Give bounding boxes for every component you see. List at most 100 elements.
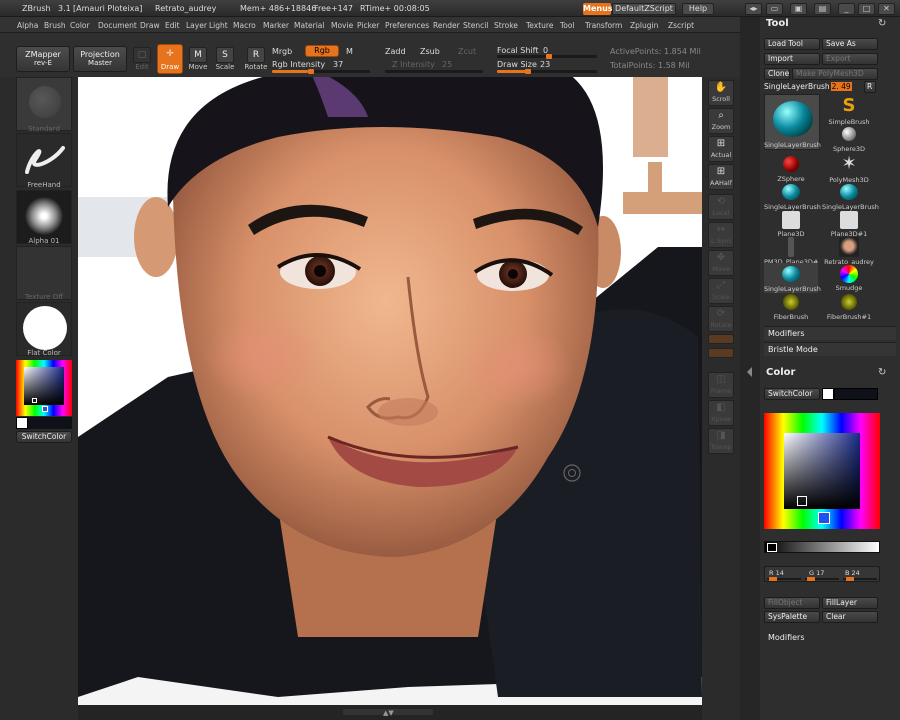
r-slider-knob[interactable] [769,577,777,581]
rotate-view-button[interactable]: ⟳ Rotate [708,306,734,332]
stroke-freehand-button[interactable] [16,133,72,187]
zadd-toggle[interactable]: Zadd [385,47,406,56]
menu-document[interactable]: Document [98,21,137,30]
local-button[interactable]: ⟲ Local [708,194,734,220]
menu-zscript[interactable]: Zscript [668,21,694,30]
tool-singlelayerbrush-b[interactable]: SingleLayerBrush [822,181,879,211]
import-button[interactable]: Import [764,53,820,65]
menu-tool[interactable]: Tool [560,21,575,30]
lock-icon[interactable]: ▤ [814,3,831,15]
menu-edit[interactable]: Edit [165,21,180,30]
brush-standard-button[interactable] [16,77,72,131]
lsym-button[interactable]: ↔ L.Sym [708,222,734,248]
minimize-icon[interactable]: _ [838,3,855,15]
menu-stencil[interactable]: Stencil [463,21,488,30]
fill-layer-button[interactable]: FillLayer [822,597,878,609]
color-palette-marker[interactable] [797,496,807,506]
rgb-toggle[interactable]: Rgb [305,45,339,57]
scroll-button[interactable]: ✋ Scroll [708,80,734,106]
focal-shift-knob[interactable] [546,54,552,59]
default-zscript-button[interactable]: DefaultZScript [612,3,676,15]
aahalf-button[interactable]: ⊞ AAHalf [708,164,734,190]
current-tool-value[interactable]: 2. 49 [830,82,852,91]
menu-render[interactable]: Render [433,21,460,30]
rgb-intensity-knob[interactable] [308,69,314,74]
color-palette-field[interactable] [784,433,860,509]
menu-alpha[interactable]: Alpha [17,21,38,30]
menu-marker[interactable]: Marker [263,21,289,30]
help-button[interactable]: Help [682,3,714,15]
menu-macro[interactable]: Macro [233,21,256,30]
transp-button[interactable]: ◨ Transp [708,428,734,454]
tool-modifiers-section[interactable]: Modifiers [764,326,896,340]
clone-button[interactable]: Clone [764,68,790,80]
scale-mode-button[interactable]: S Scale [213,47,237,73]
actual-button[interactable]: ⊞ Actual [708,136,734,162]
store-icon[interactable]: ▣ [790,3,807,15]
save-as-button[interactable]: Save As [822,38,878,50]
bottom-tray[interactable]: ▲▼ [78,705,702,720]
menu-movie[interactable]: Movie [331,21,353,30]
rotate-mode-button[interactable]: R Rotate [242,47,270,73]
scale-view-button[interactable]: ⤢ Scale [708,278,734,304]
gray-ramp[interactable] [764,541,880,553]
secondary-color-swatch[interactable] [16,417,28,429]
tool-panel-title[interactable]: Tool [766,18,789,29]
tool-sphere3d[interactable]: Sphere3D [822,123,876,153]
draw-mode-button[interactable]: ✛ Draw [157,44,183,74]
hide-icon[interactable]: ◂▸ [745,3,762,15]
menu-light[interactable]: Light [209,21,228,30]
fill-object-button[interactable]: FillObject [764,597,820,609]
tool-singlelayerbrush-a[interactable]: SingleLayerBrush [764,181,821,211]
g-slider-knob[interactable] [807,577,815,581]
load-tool-button[interactable]: Load Tool [764,38,820,50]
color-secondary-swatch[interactable] [822,388,834,400]
switch-color-button[interactable]: SwitchColor [16,431,72,443]
tool-polymesh3d[interactable]: ✶ PolyMesh3D [822,153,876,184]
document-canvas[interactable] [78,77,702,705]
close-icon[interactable]: ✕ [878,3,895,15]
color-switch-button[interactable]: SwitchColor [764,388,820,400]
layout-icon[interactable]: ▭ [766,3,783,15]
hue-marker[interactable] [42,406,48,412]
tool-plane3d[interactable]: Plane3D [764,209,818,238]
texture-button[interactable] [16,246,72,300]
tool-pm3d-plane3d[interactable]: PM3D_Plane3D# [764,237,818,266]
panel-divider[interactable] [740,17,760,720]
syspalette-button[interactable]: SysPalette [764,611,820,623]
xpose-button[interactable]: ◧ Xpose [708,400,734,426]
tool-retrato-audrey[interactable]: Retrato_audrey [822,237,876,266]
draw-size-knob[interactable] [525,69,531,74]
main-color-swatch[interactable] [28,417,72,429]
material-button[interactable] [16,302,72,356]
zsub-toggle[interactable]: Zsub [420,47,440,56]
tool-fiberbrush[interactable]: FiberBrush [764,291,818,321]
gray-ramp-marker[interactable] [767,543,777,552]
menu-picker[interactable]: Picker [357,21,379,30]
b-slider-knob[interactable] [846,577,854,581]
alpha-button[interactable] [16,190,72,244]
tool-singlelayerbrush-c[interactable]: SingleLayerBrush [764,263,821,293]
g-slider[interactable] [805,577,839,581]
tool-simplebrush[interactable]: S SimpleBrush [822,95,876,126]
export-button[interactable]: Export [822,53,878,65]
zoom-button[interactable]: ⌕ Zoom [708,108,734,134]
polyf-button[interactable] [708,334,734,344]
color-picker[interactable] [16,360,72,416]
color-field[interactable] [24,367,64,405]
color-refresh-icon[interactable]: ↻ [878,367,886,378]
move-mode-button[interactable]: M Move [186,47,210,73]
color-palette-hue-marker[interactable] [818,512,830,524]
color-picker-marker[interactable] [32,398,37,403]
b-slider[interactable] [843,577,877,581]
frame-button[interactable]: ◫ Frame [708,372,734,398]
color-palette-picker[interactable] [764,413,880,529]
color-main-swatch[interactable] [834,388,878,400]
menu-material[interactable]: Material [294,21,324,30]
edit-mode-button[interactable]: ▢ Edit [130,47,154,73]
bristle-mode-section[interactable]: Bristle Mode [764,342,896,356]
menu-layer[interactable]: Layer [186,21,207,30]
r-button[interactable]: R [864,81,876,93]
projection-master-button[interactable]: Projection Master [73,46,127,72]
menu-transform[interactable]: Transform [585,21,622,30]
